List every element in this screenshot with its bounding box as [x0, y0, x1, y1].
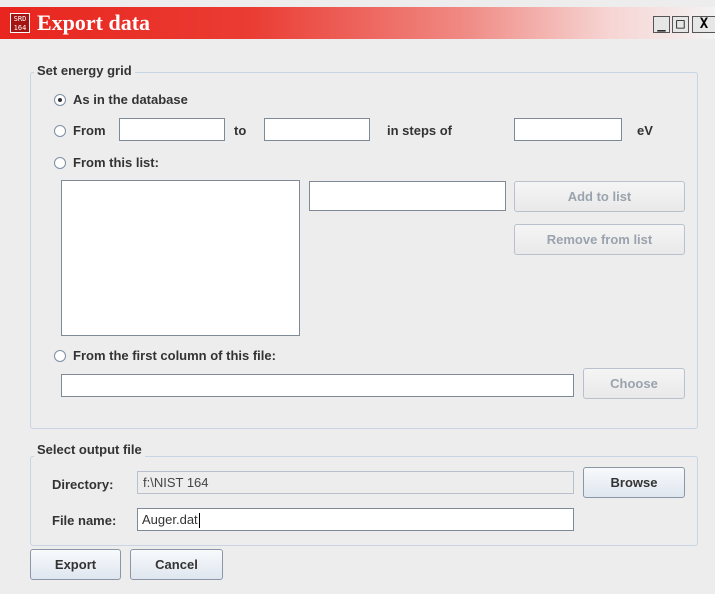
- list-entry-input[interactable]: [309, 181, 506, 211]
- filename-input[interactable]: Auger.dat: [137, 508, 574, 531]
- window-title: Export data: [37, 10, 151, 35]
- radio-from-file-label: From the first column of this file:: [73, 348, 276, 363]
- export-dialog: SRD 164 Export data _ □ X Set energy gri…: [0, 0, 715, 594]
- source-file-input[interactable]: [61, 374, 574, 397]
- radio-from-list[interactable]: From this list:: [54, 155, 159, 170]
- range-to-input[interactable]: [264, 118, 370, 141]
- energy-list-box[interactable]: [61, 180, 300, 336]
- radio-as-in-database-label: As in the database: [73, 92, 188, 107]
- browse-button[interactable]: Browse: [583, 467, 685, 498]
- radio-from-range-label: From: [73, 123, 106, 138]
- radio-from-file[interactable]: From the first column of this file:: [54, 348, 276, 363]
- text-caret: [198, 513, 200, 529]
- radio-unselected-icon[interactable]: [54, 124, 66, 137]
- add-to-list-button[interactable]: Add to list: [514, 181, 685, 212]
- radio-unselected-icon[interactable]: [54, 349, 66, 362]
- title-bar[interactable]: SRD 164 Export data _ □ X: [0, 7, 715, 39]
- close-button[interactable]: X: [692, 16, 715, 33]
- energy-grid-legend: Set energy grid: [34, 63, 135, 78]
- filename-label: File name:: [52, 513, 117, 528]
- radio-as-in-database[interactable]: As in the database: [54, 92, 188, 107]
- choose-file-button[interactable]: Choose: [583, 368, 685, 399]
- range-from-input[interactable]: [119, 118, 225, 141]
- range-to-label: to: [234, 123, 247, 138]
- directory-field: f:\NIST 164: [137, 471, 574, 494]
- directory-label: Directory:: [52, 477, 114, 492]
- range-steps-label: in steps of: [387, 123, 453, 138]
- filename-value: Auger.dat: [142, 512, 198, 527]
- radio-unselected-icon[interactable]: [54, 156, 66, 169]
- output-file-legend: Select output file: [34, 442, 145, 457]
- maximize-button[interactable]: □: [672, 16, 689, 33]
- app-icon-line-1: SRD: [13, 15, 27, 23]
- export-button[interactable]: Export: [30, 549, 121, 580]
- radio-from-range[interactable]: From: [54, 123, 106, 138]
- range-step-input[interactable]: [514, 118, 622, 141]
- radio-from-list-label: From this list:: [73, 155, 159, 170]
- range-unit-label: eV: [637, 123, 653, 138]
- cancel-button[interactable]: Cancel: [130, 549, 223, 580]
- srd-app-icon: SRD 164: [10, 13, 30, 33]
- radio-selected-icon[interactable]: [54, 93, 66, 106]
- app-icon-line-2: 164: [13, 24, 27, 32]
- remove-from-list-button[interactable]: Remove from list: [514, 224, 685, 255]
- minimize-button[interactable]: _: [653, 16, 670, 33]
